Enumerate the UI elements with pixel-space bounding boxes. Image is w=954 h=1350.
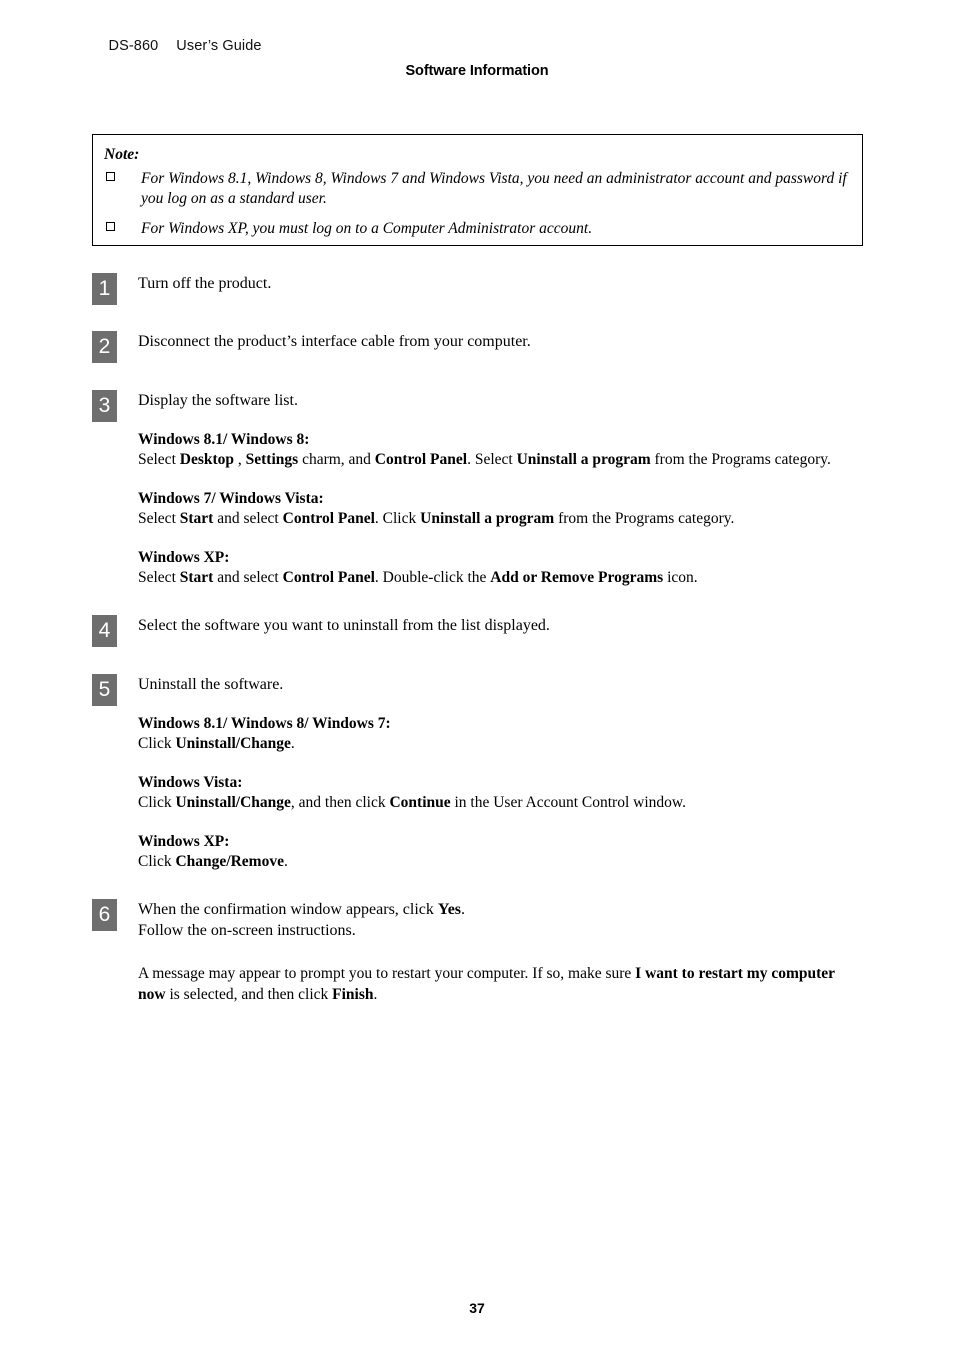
body-text: . — [373, 986, 378, 1003]
step-instruction: Turn off the product. — [138, 275, 272, 292]
step-number-badge: 6 — [92, 899, 117, 931]
body-text: Click — [138, 794, 176, 811]
emphasis-text: Uninstall a program — [516, 451, 651, 468]
step-instruction: Uninstall the software. — [138, 676, 284, 693]
platform-block: Windows 8.1/ Windows 8/ Windows 7: Click… — [138, 714, 863, 754]
step-number-badge: 3 — [92, 390, 117, 422]
platform-instruction: Select Start and select Control Panel. C… — [138, 509, 863, 529]
note-list: For Windows 8.1, Windows 8, Windows 7 an… — [104, 169, 852, 250]
step-number-badge: 4 — [92, 615, 117, 647]
guide-name: User’s Guide — [176, 38, 262, 54]
body-text: Select — [138, 510, 180, 527]
emphasis-text: Continue — [389, 794, 451, 811]
emphasis-text: Uninstall/Change — [175, 794, 291, 811]
document-page: DS-860 User’s Guide Software Information … — [0, 0, 954, 1350]
emphasis-text: Uninstall a program — [420, 510, 555, 527]
platform-instruction: Click Change/Remove. — [138, 852, 863, 872]
emphasis-text: Start — [179, 510, 214, 527]
note-item-text: For Windows XP, you must log on to a Com… — [141, 220, 593, 237]
platform-instruction: Select Desktop , Settings charm, and Con… — [138, 450, 863, 470]
page-number: 37 — [469, 1300, 485, 1316]
platform-block: Windows XP: Select Start and select Cont… — [138, 548, 863, 588]
body-text: Click — [138, 735, 176, 752]
body-text: from the Programs category. — [650, 451, 831, 468]
emphasis-text: Settings — [245, 451, 299, 468]
body-text: charm, and — [298, 451, 375, 468]
emphasis-text: Uninstall/Change — [175, 735, 291, 752]
note-list-item: For Windows 8.1, Windows 8, Windows 7 an… — [104, 169, 852, 208]
step-body: Display the software list. Windows 8.1/ … — [138, 390, 863, 588]
body-text: When the confirmation window appears, cl… — [138, 901, 438, 918]
step-instruction: When the confirmation window appears, cl… — [138, 899, 863, 941]
emphasis-text: Control Panel — [282, 569, 375, 586]
body-text: Click — [138, 853, 176, 870]
body-text: . — [290, 735, 295, 752]
step-number-badge: 2 — [92, 331, 117, 363]
body-text: in the User Account Control window. — [450, 794, 686, 811]
emphasis-text: Finish — [332, 986, 374, 1003]
platform-block: Windows 8.1/ Windows 8: Select Desktop ,… — [138, 430, 863, 470]
hollow-square-bullet-icon — [106, 222, 115, 231]
platform-block: Windows 7/ Windows Vista: Select Start a… — [138, 489, 863, 529]
body-text: Select — [138, 451, 180, 468]
step-body: Disconnect the product’s interface cable… — [138, 331, 863, 352]
note-label: Note: — [104, 146, 140, 163]
body-text: . Double-click the — [374, 569, 491, 586]
step-instruction: Disconnect the product’s interface cable… — [138, 333, 531, 350]
emphasis-text: Desktop — [179, 451, 235, 468]
emphasis-text: Change/Remove — [175, 853, 284, 870]
platform-heading: Windows XP: — [138, 549, 230, 566]
platform-heading: Windows XP: — [138, 833, 230, 850]
body-text: Select — [138, 569, 180, 586]
platform-block: Windows Vista: Click Uninstall/Change, a… — [138, 773, 863, 813]
emphasis-text: Control Panel — [282, 510, 375, 527]
note-item-text: For Windows 8.1, Windows 8, Windows 7 an… — [141, 170, 847, 207]
step-note-paragraph: A message may appear to prompt you to re… — [138, 963, 863, 1005]
emphasis-text: Start — [179, 569, 214, 586]
product-model: DS-860 — [108, 38, 159, 54]
body-text: , — [234, 451, 246, 468]
body-text: , and then click — [290, 794, 390, 811]
step-number-badge: 1 — [92, 273, 117, 305]
body-text: and select — [213, 510, 283, 527]
emphasis-text: Control Panel — [374, 451, 468, 468]
step-body: Uninstall the software. Windows 8.1/ Win… — [138, 674, 863, 872]
platform-heading: Windows 7/ Windows Vista: — [138, 490, 324, 507]
note-list-item: For Windows XP, you must log on to a Com… — [104, 219, 852, 239]
body-text: . Click — [374, 510, 421, 527]
emphasis-text: Yes — [437, 901, 462, 918]
body-text: is selected, and then click — [165, 986, 333, 1003]
platform-heading: Windows 8.1/ Windows 8: — [138, 431, 310, 448]
platform-instruction: Select Start and select Control Panel. D… — [138, 568, 863, 588]
note-box: Note: For Windows 8.1, Windows 8, Window… — [92, 134, 863, 246]
body-text: . — [283, 853, 288, 870]
platform-heading: Windows 8.1/ Windows 8/ Windows 7: — [138, 715, 391, 732]
step-body: When the confirmation window appears, cl… — [138, 899, 863, 1005]
platform-heading: Windows Vista: — [138, 774, 243, 791]
platform-instruction: Click Uninstall/Change, and then click C… — [138, 793, 863, 813]
body-text: from the Programs category. — [554, 510, 735, 527]
step-body: Select the software you want to uninstal… — [138, 615, 863, 636]
body-text: . Select — [467, 451, 517, 468]
step-number-badge: 5 — [92, 674, 117, 706]
body-text: icon. — [663, 569, 698, 586]
emphasis-text: Add or Remove Programs — [490, 569, 664, 586]
step-instruction: Display the software list. — [138, 392, 298, 409]
step-body: Turn off the product. — [138, 273, 863, 294]
hollow-square-bullet-icon — [106, 172, 115, 181]
body-text: and select — [213, 569, 283, 586]
chapter-title: Software Information — [405, 63, 549, 79]
step-instruction: Select the software you want to uninstal… — [138, 617, 550, 634]
platform-block: Windows XP: Click Change/Remove. — [138, 832, 863, 872]
platform-instruction: Click Uninstall/Change. — [138, 734, 863, 754]
body-text: A message may appear to prompt you to re… — [138, 965, 636, 982]
